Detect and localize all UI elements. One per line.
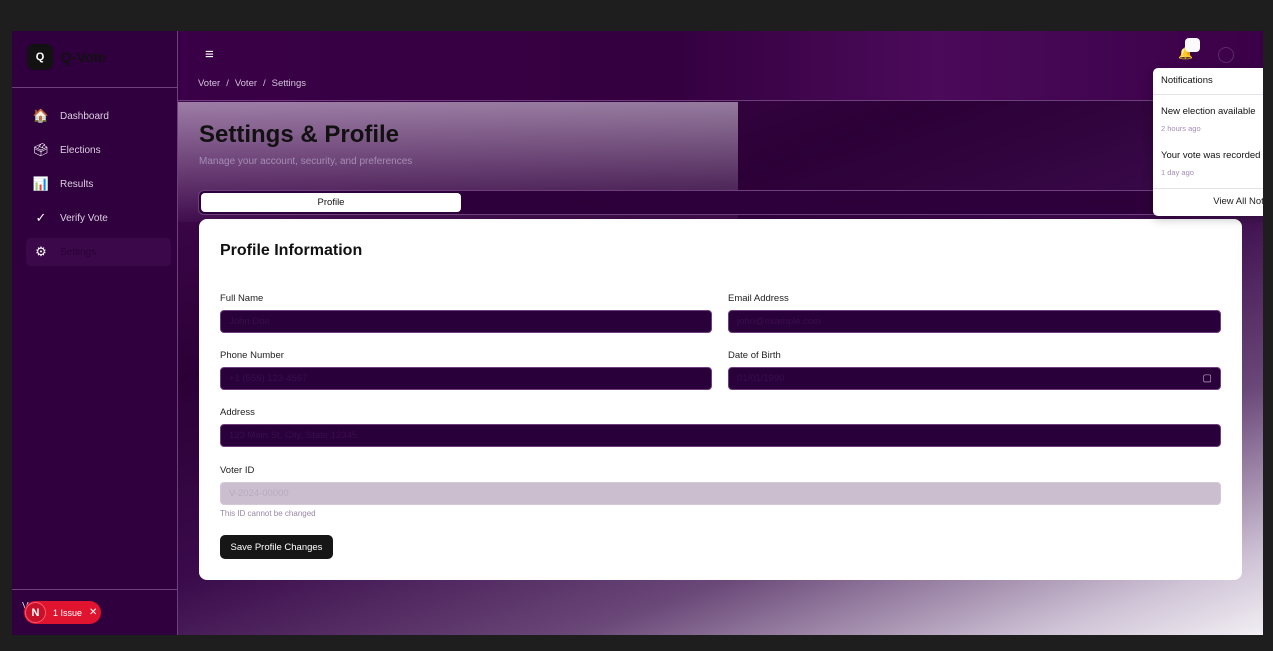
main-content: ≡ Voter / Voter / Settings 🔔 Settings & … — [178, 31, 1263, 635]
sidebar-item-settings[interactable]: ⚙ Settings — [26, 238, 171, 266]
sidebar: Q Q-Vote 🏠 Dashboard 🗳 Elections 📊 Resul… — [12, 31, 178, 635]
sidebar-item-label: Results — [60, 178, 94, 190]
sidebar-item-elections[interactable]: 🗳 Elections — [26, 136, 171, 164]
breadcrumb: Voter / Voter / Settings — [198, 78, 312, 89]
gear-icon: ⚙ — [35, 244, 47, 259]
email-field[interactable]: john@example.com — [728, 310, 1221, 333]
full-name-field[interactable]: John Doe — [220, 310, 712, 333]
address-field[interactable]: 123 Main St, City, State 12345 — [220, 424, 1221, 447]
email-label: Email Address — [728, 293, 789, 304]
breadcrumb-item[interactable]: Voter — [198, 78, 220, 89]
dob-label: Date of Birth — [728, 350, 781, 361]
sidebar-item-results[interactable]: 📊 Results — [26, 170, 171, 198]
sidebar-item-label: Verify Vote — [60, 212, 108, 224]
calendar-icon[interactable]: ▢ — [1203, 373, 1212, 384]
save-profile-button[interactable]: Save Profile Changes — [220, 535, 333, 559]
page-title: Settings & Profile — [199, 121, 400, 148]
notification-item[interactable]: Your vote was recorded — [1161, 150, 1260, 161]
app-logo: Q — [27, 44, 53, 70]
sidebar-divider — [12, 589, 178, 590]
notification-badge — [1185, 38, 1200, 52]
phone-label: Phone Number — [220, 350, 284, 361]
notification-time: 1 day ago — [1161, 168, 1194, 177]
close-icon[interactable]: ✕ — [89, 607, 97, 618]
hamburger-menu-icon[interactable]: ≡ — [205, 46, 214, 63]
app-name: Q-Vote — [61, 49, 106, 65]
brand[interactable]: Q Q-Vote — [27, 44, 106, 70]
sidebar-item-dashboard[interactable]: 🏠 Dashboard — [26, 102, 171, 130]
divider — [1153, 188, 1263, 189]
dob-value: 01/01/1990 — [737, 373, 785, 384]
profile-card: Profile Information Full Name John Doe E… — [199, 219, 1242, 580]
voter-id-field: V-2024-00000 — [220, 482, 1221, 505]
settings-tabs: Profile Security Notifications Preferenc… — [198, 190, 1242, 215]
notification-time: 2 hours ago — [1161, 124, 1201, 133]
phone-field[interactable]: +1 (555) 123-4567 — [220, 367, 712, 390]
breadcrumb-item[interactable]: Voter — [235, 78, 257, 89]
bar-chart-icon: 📊 — [32, 176, 50, 191]
sidebar-item-label: Settings — [60, 246, 97, 258]
sidebar-item-label: Dashboard — [60, 110, 109, 122]
tab-notifications[interactable]: Notifications — [721, 193, 981, 212]
sidebar-item-verify-vote[interactable]: ✓ Verify Vote — [26, 204, 171, 232]
tab-profile[interactable]: Profile — [201, 193, 461, 212]
divider — [1153, 94, 1263, 95]
checkmark-icon: ✓ — [35, 210, 47, 225]
view-all-notifications-link[interactable]: View All Notifications — [1153, 196, 1263, 207]
dob-field[interactable]: 01/01/1990 ▢ — [728, 367, 1221, 390]
top-header: ≡ Voter / Voter / Settings 🔔 — [178, 31, 1263, 101]
sidebar-divider — [12, 87, 178, 88]
breadcrumb-separator: / — [263, 78, 266, 89]
issues-indicator[interactable]: N 1 Issue ✕ — [24, 601, 101, 624]
full-name-label: Full Name — [220, 293, 264, 304]
notifications-dropdown: Notifications New election available 2 h… — [1153, 68, 1263, 216]
breadcrumb-current: Settings — [271, 78, 306, 89]
voter-id-label: Voter ID — [220, 465, 255, 476]
home-icon: 🏠 — [32, 108, 50, 123]
ballot-box-icon: 🗳 — [32, 142, 50, 157]
issues-badge: N — [25, 602, 46, 623]
notifications-title: Notifications — [1161, 75, 1213, 86]
sidebar-item-label: Elections — [60, 144, 101, 156]
voter-id-hint: This ID cannot be changed — [220, 509, 316, 518]
notification-item[interactable]: New election available — [1161, 106, 1256, 117]
app-window: Q Q-Vote 🏠 Dashboard 🗳 Elections 📊 Resul… — [12, 31, 1263, 635]
page-subtitle: Manage your account, security, and prefe… — [199, 156, 413, 167]
breadcrumb-separator: / — [226, 78, 229, 89]
address-label: Address — [220, 407, 255, 418]
tab-security[interactable]: Security — [461, 193, 721, 212]
issues-label: 1 Issue — [53, 607, 83, 618]
card-title: Profile Information — [220, 242, 363, 259]
avatar[interactable] — [1218, 47, 1234, 63]
